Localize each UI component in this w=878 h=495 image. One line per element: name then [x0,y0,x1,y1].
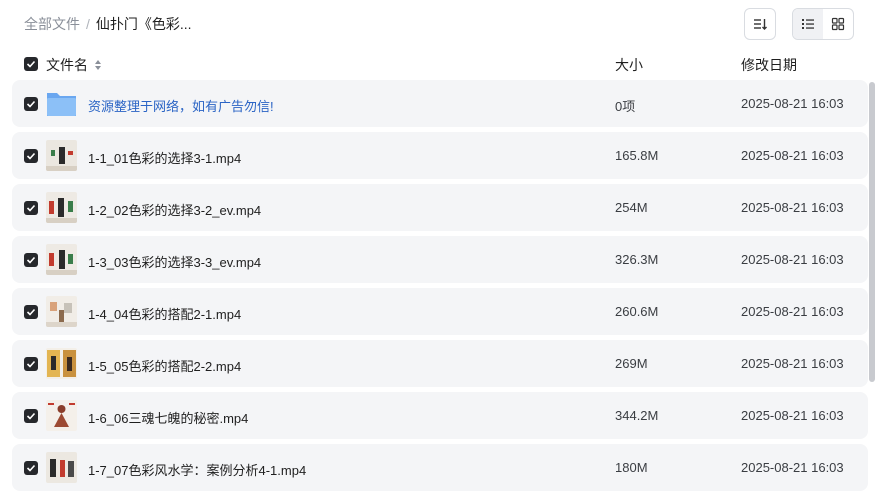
breadcrumb-root-link[interactable]: 全部文件 [24,14,80,34]
list-view-button[interactable] [793,9,823,39]
folder-icon [46,88,77,119]
check-icon [26,360,36,368]
file-size: 254M [615,200,648,215]
check-icon [26,464,36,472]
check-icon [26,100,36,108]
row-checkbox[interactable] [24,357,38,371]
table-header: 文件名 大小 修改日期 [12,50,868,78]
file-modified: 2025-08-21 16:03 [741,408,844,423]
sort-icon [754,19,767,30]
sort-toggle-icon [94,60,101,70]
check-icon [26,152,36,160]
check-icon [26,412,36,420]
modified-column-header[interactable]: 修改日期 [741,55,797,75]
video-thumbnail [46,452,77,483]
file-name[interactable]: 1-3_03色彩的选择3-3_ev.mp4 [88,252,261,271]
file-size: 344.2M [615,408,659,423]
sort-button[interactable] [744,8,776,40]
select-all-checkbox[interactable] [24,57,38,71]
file-modified: 2025-08-21 16:03 [741,304,844,319]
video-thumbnail [46,244,77,275]
view-mode-toggle [792,8,854,40]
video-thumbnail [46,140,77,171]
file-row[interactable]: 1-4_04色彩的搭配2-1.mp4 260.6M 2025-08-21 16:… [12,288,868,335]
file-row[interactable]: 1-7_07色彩风水学：案例分析4-1.mp4 180M 2025-08-21 … [12,444,868,491]
row-checkbox[interactable] [24,201,38,215]
video-thumbnail [46,296,77,327]
row-checkbox[interactable] [24,461,38,475]
file-row[interactable]: 1-2_02色彩的选择3-2_ev.mp4 254M 2025-08-21 16… [12,184,868,231]
video-thumbnail [46,348,77,379]
file-size: 0项 [615,99,636,114]
vertical-scrollbar[interactable] [869,82,875,382]
file-name[interactable]: 1-5_05色彩的搭配2-2.mp4 [88,356,241,375]
file-name[interactable]: 资源整理于网络，如有广告勿信! [88,96,274,115]
grid-view-icon [831,17,845,31]
file-modified: 2025-08-21 16:03 [741,200,844,215]
file-name[interactable]: 1-2_02色彩的选择3-2_ev.mp4 [88,200,261,219]
row-checkbox[interactable] [24,409,38,423]
file-modified: 2025-08-21 16:03 [741,252,844,267]
file-size: 165.8M [615,148,659,163]
file-modified: 2025-08-21 16:03 [741,356,844,371]
file-name[interactable]: 1-7_07色彩风水学：案例分析4-1.mp4 [88,460,306,479]
top-bar: 全部文件 / 仙扑门《色彩... [0,0,878,48]
file-name[interactable]: 1-1_01色彩的选择3-1.mp4 [88,148,241,167]
name-column-label: 文件名 [46,57,88,73]
file-row[interactable]: 1-1_01色彩的选择3-1.mp4 165.8M 2025-08-21 16:… [12,132,868,179]
breadcrumb-current: 仙扑门《色彩... [95,16,192,32]
row-checkbox[interactable] [24,253,38,267]
breadcrumb-separator: / [86,16,90,32]
row-checkbox[interactable] [24,97,38,111]
size-column-header[interactable]: 大小 [615,55,643,75]
check-icon [26,256,36,264]
file-size: 260.6M [615,304,659,319]
row-checkbox[interactable] [24,149,38,163]
file-size: 269M [615,356,648,371]
list-view-icon [802,19,814,29]
file-size: 326.3M [615,252,659,267]
file-name[interactable]: 1-4_04色彩的搭配2-1.mp4 [88,304,241,323]
file-row[interactable]: 1-6_06三魂七魄的秘密.mp4 344.2M 2025-08-21 16:0… [12,392,868,439]
file-name[interactable]: 1-6_06三魂七魄的秘密.mp4 [88,408,248,427]
file-modified: 2025-08-21 16:03 [741,148,844,163]
check-icon [26,60,36,68]
file-row[interactable]: 1-5_05色彩的搭配2-2.mp4 269M 2025-08-21 16:03 [12,340,868,387]
video-thumbnail [46,192,77,223]
file-row[interactable]: 1-3_03色彩的选择3-3_ev.mp4 326.3M 2025-08-21 … [12,236,868,283]
check-icon [26,308,36,316]
grid-view-button[interactable] [823,9,853,39]
file-modified: 2025-08-21 16:03 [741,460,844,475]
file-row[interactable]: 资源整理于网络，如有广告勿信! 0项 2025-08-21 16:03 [12,80,868,127]
name-column-header[interactable]: 文件名 [46,55,102,75]
video-thumbnail [46,400,77,431]
file-modified: 2025-08-21 16:03 [741,96,844,111]
file-size: 180M [615,460,648,475]
check-icon [26,204,36,212]
row-checkbox[interactable] [24,305,38,319]
breadcrumb: 全部文件 / 仙扑门《色彩... [24,14,192,34]
